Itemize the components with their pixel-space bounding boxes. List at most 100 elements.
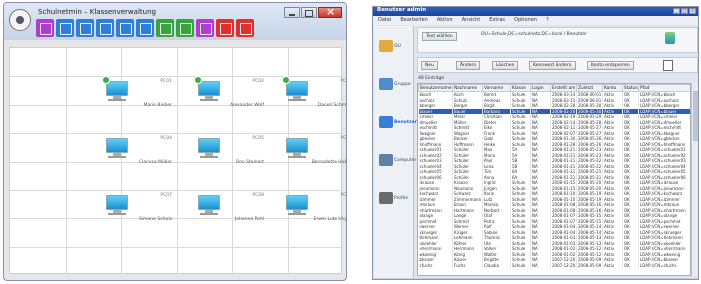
table-row[interactable]: mbraun Braun Monika Schule NA 2008-01-08 2008-… [418, 202, 690, 208]
table-row[interactable]: schueler01 Schüler Max 5A NA 2008-01-21 2008-0… [418, 147, 690, 153]
menu-item[interactable]: Optionen [514, 16, 537, 25]
select-text-button[interactable]: Text wählen [422, 32, 457, 41]
action-button[interactable]: Kennwort ändern [529, 61, 576, 70]
column-header[interactable]: Nachname [452, 84, 483, 92]
maximize-button[interactable]: □ [681, 8, 688, 14]
menu-item[interactable]: Extras [489, 16, 505, 25]
column-header[interactable]: Benutzername [418, 84, 453, 92]
share-icon[interactable] [116, 19, 134, 37]
computer-tile[interactable]: PC07 Simone Schulz [92, 193, 172, 239]
maximize-button[interactable] [301, 7, 317, 18]
sidebar-item-computer[interactable]: Computer [374, 148, 417, 178]
table-cell: NA [530, 262, 551, 268]
table-row[interactable]: kschwarz Schwarz Karin Schule NA 2008-01-10 20… [418, 191, 690, 197]
window-title: Schulnetmin – Klassenverwaltung [38, 8, 156, 16]
sidebar-item-ou[interactable]: OU [374, 34, 414, 64]
document-icon[interactable] [663, 60, 673, 71]
table-row[interactable]: tlehmann Lehmann Thomas Schule NA 2008-01-03 2… [418, 235, 690, 241]
document-icon[interactable] [76, 19, 94, 37]
table-cell: 2007-12-20 [550, 257, 577, 263]
table-cell: 2008-02-28 [550, 103, 577, 109]
edit-icon[interactable] [196, 19, 214, 37]
action-button[interactable]: Löschen [492, 61, 519, 70]
computer-tile[interactable]: PC01 Marie Bieber [92, 76, 172, 125]
table-cell: 2008-05-26 [576, 136, 603, 142]
table-row[interactable]: cfuchs Fuchs Claudia Schule NA 2007-12-20 2008… [418, 262, 690, 268]
table-row[interactable]: olange Lange Olaf Schule NA 2008-01-07 2008-05… [418, 213, 690, 219]
column-header[interactable]: Pfad [638, 84, 690, 92]
scrollbar-thumb[interactable] [693, 91, 698, 141]
column-header[interactable]: Status [622, 84, 639, 92]
action-button[interactable]: Ändern [456, 61, 481, 70]
computer-user: Marie Bieber [143, 103, 172, 108]
table-row[interactable]: vherrmann Herrmann Volker Schule NA 2008-01-0… [418, 246, 690, 252]
computer-tile[interactable]: PC05 Ron Steinert [184, 136, 264, 182]
column-header[interactable]: Erstellt am [550, 84, 577, 92]
computer-name: PC02 [252, 79, 264, 84]
menu-item[interactable]: Bearbeiten [400, 16, 427, 25]
window-controls: _ □ × [673, 8, 696, 14]
check-icon[interactable] [96, 19, 114, 37]
action-button[interactable]: Konto entsperren [587, 61, 634, 70]
classroom-window: Schulnetmin – Klassenverwaltung PC01 Mari… [3, 2, 347, 281]
table-row[interactable]: bberger Berger Birgit Schule NA 2008-02-28 200… [418, 103, 690, 109]
computer-name: PC03 [340, 79, 347, 84]
computer-tile[interactable]: PC03 Daniel Schmidt [272, 76, 347, 125]
close-button[interactable] [318, 5, 342, 18]
computer-tile[interactable]: PC08 Johanna Pohl [184, 193, 264, 239]
sidebar-item-label: Computer [394, 158, 417, 163]
computer-tile[interactable]: PC06 Bernadette Huber [272, 136, 346, 182]
monitor-icon[interactable] [56, 19, 74, 37]
table-cell: 2008-05-16 [576, 202, 603, 208]
window-title: Benutzer admin [377, 7, 427, 13]
table-cell: 2008-01-03 [550, 235, 577, 241]
column-header[interactable]: Klasse [510, 84, 531, 92]
menu-item[interactable]: Ansicht [462, 16, 480, 25]
table-row[interactable]: ikrause Krause Ingrid Schule NA 2008-01-15 200… [418, 180, 690, 186]
action-button[interactable]: Neu [421, 61, 438, 70]
sidebar-item-gruppe[interactable]: Gruppe [374, 72, 414, 102]
online-check-icon [282, 76, 290, 84]
chat-icon[interactable] [36, 19, 54, 37]
table-row[interactable]: rwerner Werner Ralf Schule NA 2008-01-04 2008-… [418, 224, 690, 230]
stop-icon[interactable] [176, 19, 194, 37]
computer-tile[interactable]: PC02 Alexander Wolf [184, 76, 264, 125]
table-cell: 2008-05-22 [576, 158, 603, 164]
close-button[interactable]: × [689, 8, 696, 14]
computer-tile[interactable]: PC09 Erwin Lutz Unger [272, 193, 346, 239]
print-icon[interactable] [236, 19, 254, 37]
table-cell: Aktiv [602, 262, 623, 268]
sidebar-item-profile[interactable]: Profile [374, 186, 414, 216]
minimize-button[interactable]: _ [673, 8, 680, 14]
table-header: Benutzername Nachname Vorname Klasse Login Er… [418, 84, 690, 92]
minimize-button[interactable] [284, 7, 300, 18]
table-row[interactable]: schueler05 Schüler Tim 6A NA 2008-01-21 2008-0… [418, 169, 690, 175]
power-icon[interactable] [216, 19, 234, 37]
sidebar-item-benutzer[interactable]: Benutzer [374, 110, 417, 140]
classroom-grid: PC01 Marie Bieber PC02 Alexander Wolf PC03 Da… [9, 47, 346, 274]
table-cell: 2008-01-21 [550, 147, 577, 153]
table-row[interactable]: bkaiser Kaiser Brigitte Schule NA 2007-12-20 2… [418, 257, 690, 263]
table-row[interactable]: schueler03 Schüler Paul 5B NA 2008-01-21 2008-… [418, 158, 690, 164]
table-cell: 2008-01-08 [550, 202, 577, 208]
grid-line [10, 247, 341, 248]
computer-tile[interactable]: PC04 Clarissa Müller [92, 136, 172, 182]
column-header[interactable]: Konto [602, 84, 623, 92]
table-row[interactable]: gbecker Becker Gabi Schule NA 2008-01-30 2008-… [418, 136, 690, 142]
table-cell: 2008-05-19 [576, 191, 603, 197]
toolbar [36, 19, 254, 37]
menu-item[interactable]: Datei [378, 16, 391, 25]
table-row[interactable]: cmeier Meier Christian Schule NA 2008-02-19 20… [418, 114, 690, 120]
column-header[interactable]: Vorname [482, 84, 511, 92]
menu-item[interactable]: ? [546, 16, 549, 25]
table-row[interactable]: eschmitt Schmitt Elke Schule NA 2008-02-11 200… [418, 125, 690, 131]
image-icon[interactable] [136, 19, 154, 37]
table-row[interactable]: bkoch Koch Bernd Schule NA 2008-03-14 2008-06-… [418, 91, 690, 98]
folder-icon [379, 40, 393, 52]
menu-item[interactable]: Aktion [437, 16, 453, 25]
vertical-scrollbar[interactable] [691, 83, 698, 276]
check-icon[interactable] [156, 19, 174, 37]
refresh-icon[interactable] [665, 32, 675, 44]
column-header[interactable]: Login [530, 84, 551, 92]
column-header[interactable]: Zuletzt [576, 84, 603, 92]
